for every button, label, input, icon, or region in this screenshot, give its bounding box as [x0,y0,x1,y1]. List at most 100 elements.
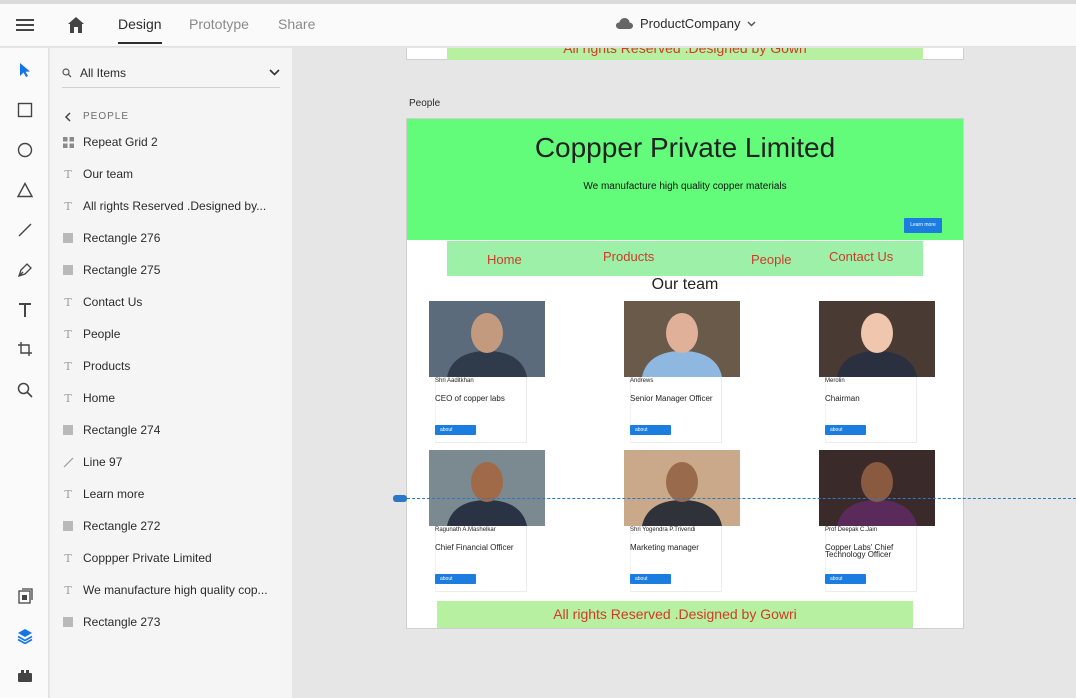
layer-item-label: Line 97 [83,455,123,469]
nav-home[interactable]: Home [487,252,522,267]
team-member-name: Prof Deepak C.Jain [825,527,878,533]
select-tool-icon[interactable] [14,59,36,81]
about-button[interactable]: about [435,574,476,584]
layer-item[interactable]: Rectangle 276 [62,227,282,249]
team-card[interactable]: Shri Aaditkhan CEO of copper labs about [429,301,545,443]
team-member-role: Copper Labs' Chief Technology Officer [825,543,894,559]
app-top-bar: Design Prototype Share ProductCompany [0,4,1076,47]
team-member-photo[interactable] [819,301,935,377]
line-tool-icon[interactable] [14,219,36,241]
layer-item[interactable]: Rectangle 273 [62,611,282,633]
text-layer-icon: T [64,391,72,405]
design-canvas[interactable]: All rights Reserved .Designed by Gowri P… [292,48,1076,698]
layer-item-label: Rectangle 276 [83,231,161,245]
ruler-guide[interactable] [402,498,1076,499]
layer-item[interactable]: T Learn more [62,483,282,505]
layer-item-label: All rights Reserved .Designed by... [83,199,267,213]
layer-item[interactable]: T Coppper Private Limited [62,547,282,569]
chevron-down-icon[interactable] [269,69,280,76]
team-card[interactable]: Merolin Chairman about [819,301,935,443]
home-icon[interactable] [66,15,86,35]
pen-tool-icon[interactable] [14,259,36,281]
team-member-photo[interactable] [429,450,545,526]
tab-share[interactable]: Share [278,16,315,32]
layers-icon[interactable] [14,625,36,647]
layer-item[interactable]: T We manufacture high quality cop... [62,579,282,601]
nav-products[interactable]: Products [603,249,654,264]
layer-item[interactable]: Rectangle 274 [62,419,282,441]
team-member-photo[interactable] [624,301,740,377]
rectangle-tool-icon[interactable] [14,99,36,121]
layer-item-label: We manufacture high quality cop... [83,583,268,597]
team-member-name: Merolin [825,378,845,384]
layer-item[interactable]: Rectangle 272 [62,515,282,537]
layer-item[interactable]: Line 97 [62,451,282,473]
layer-item-label: Rectangle 274 [83,423,161,437]
rectangle-layer-icon [63,265,73,275]
layer-item[interactable]: T Home [62,387,282,409]
hamburger-menu-icon[interactable] [16,17,34,33]
polygon-tool-icon[interactable] [14,179,36,201]
layer-item[interactable]: T Contact Us [62,291,282,313]
assets-icon[interactable] [14,585,36,607]
learn-more-button[interactable]: Learn more [904,218,942,233]
layer-item[interactable]: T All rights Reserved .Designed by... [62,195,282,217]
chevron-left-icon[interactable] [64,111,71,122]
previous-artboard[interactable]: All rights Reserved .Designed by Gowri [406,48,964,60]
tab-design[interactable]: Design [118,16,162,44]
layer-item-label: People [83,327,121,341]
plugins-icon[interactable] [14,665,36,687]
team-heading[interactable]: Our team [407,276,963,294]
team-member-photo[interactable] [429,301,545,377]
layer-item-label: Products [83,359,131,373]
team-member-role: Chief Financial Officer [435,543,514,552]
layers-breadcrumb[interactable]: PEOPLE [64,111,129,122]
document-title-menu[interactable]: ProductCompany [616,16,756,31]
team-member-photo[interactable] [624,450,740,526]
layers-filter[interactable]: All Items [62,58,280,88]
layer-item[interactable]: T Products [62,355,282,377]
layer-item[interactable]: Rectangle 275 [62,259,282,281]
hero-banner[interactable]: Coppper Private Limited We manufacture h… [407,119,963,240]
about-button[interactable]: about [825,574,866,584]
breadcrumb-label: PEOPLE [83,111,130,122]
text-layer-icon: T [64,359,72,373]
layer-item[interactable]: T Our team [62,163,282,185]
about-button[interactable]: about [630,425,671,435]
about-button[interactable]: about [630,574,671,584]
layer-item[interactable]: T People [62,323,282,345]
zoom-tool-icon[interactable] [14,379,36,401]
repeat-grid-icon [62,136,74,148]
guide-handle[interactable] [393,495,407,502]
nav-bar[interactable]: Home Products People Contact Us [447,241,923,276]
page-footer[interactable]: All rights Reserved .Designed by Gowri [437,601,913,628]
layer-item-label: Repeat Grid 2 [83,135,158,149]
layers-panel: All Items PEOPLE Repeat Grid 2 T Our team T… [50,48,292,698]
artboard-tool-icon[interactable] [14,338,36,360]
team-member-role: Chairman [825,394,860,403]
document-name: ProductCompany [640,16,741,31]
company-title[interactable]: Coppper Private Limited [407,132,963,164]
text-tool-icon[interactable] [14,299,36,321]
about-button[interactable]: about [435,425,476,435]
people-artboard[interactable]: Coppper Private Limited We manufacture h… [406,118,964,629]
tool-rail [0,48,49,698]
team-card[interactable]: Andrews Senior Manager Officer about [624,301,740,443]
team-card[interactable]: Shri Yogendra P.Trivendi Marketing manage… [624,450,740,592]
team-card[interactable]: Prof Deepak C.Jain Copper Labs' Chief Tec… [819,450,935,592]
layer-item-label: Coppper Private Limited [83,551,212,565]
artboard-label[interactable]: People [409,98,440,109]
team-member-photo[interactable] [819,450,935,526]
text-layer-icon: T [64,327,72,341]
tab-prototype[interactable]: Prototype [189,16,249,32]
team-card[interactable]: Ragunath A.Mashelkar Chief Financial Offi… [429,450,545,592]
layer-item[interactable]: Repeat Grid 2 [62,131,282,153]
nav-contact-us[interactable]: Contact Us [829,249,893,264]
nav-people[interactable]: People [751,252,791,267]
ellipse-tool-icon[interactable] [14,139,36,161]
company-subtitle[interactable]: We manufacture high quality copper mater… [407,181,963,192]
rectangle-layer-icon [63,617,73,627]
search-icon [62,67,72,77]
about-button[interactable]: about [825,425,866,435]
layer-item-label: Our team [83,167,134,181]
